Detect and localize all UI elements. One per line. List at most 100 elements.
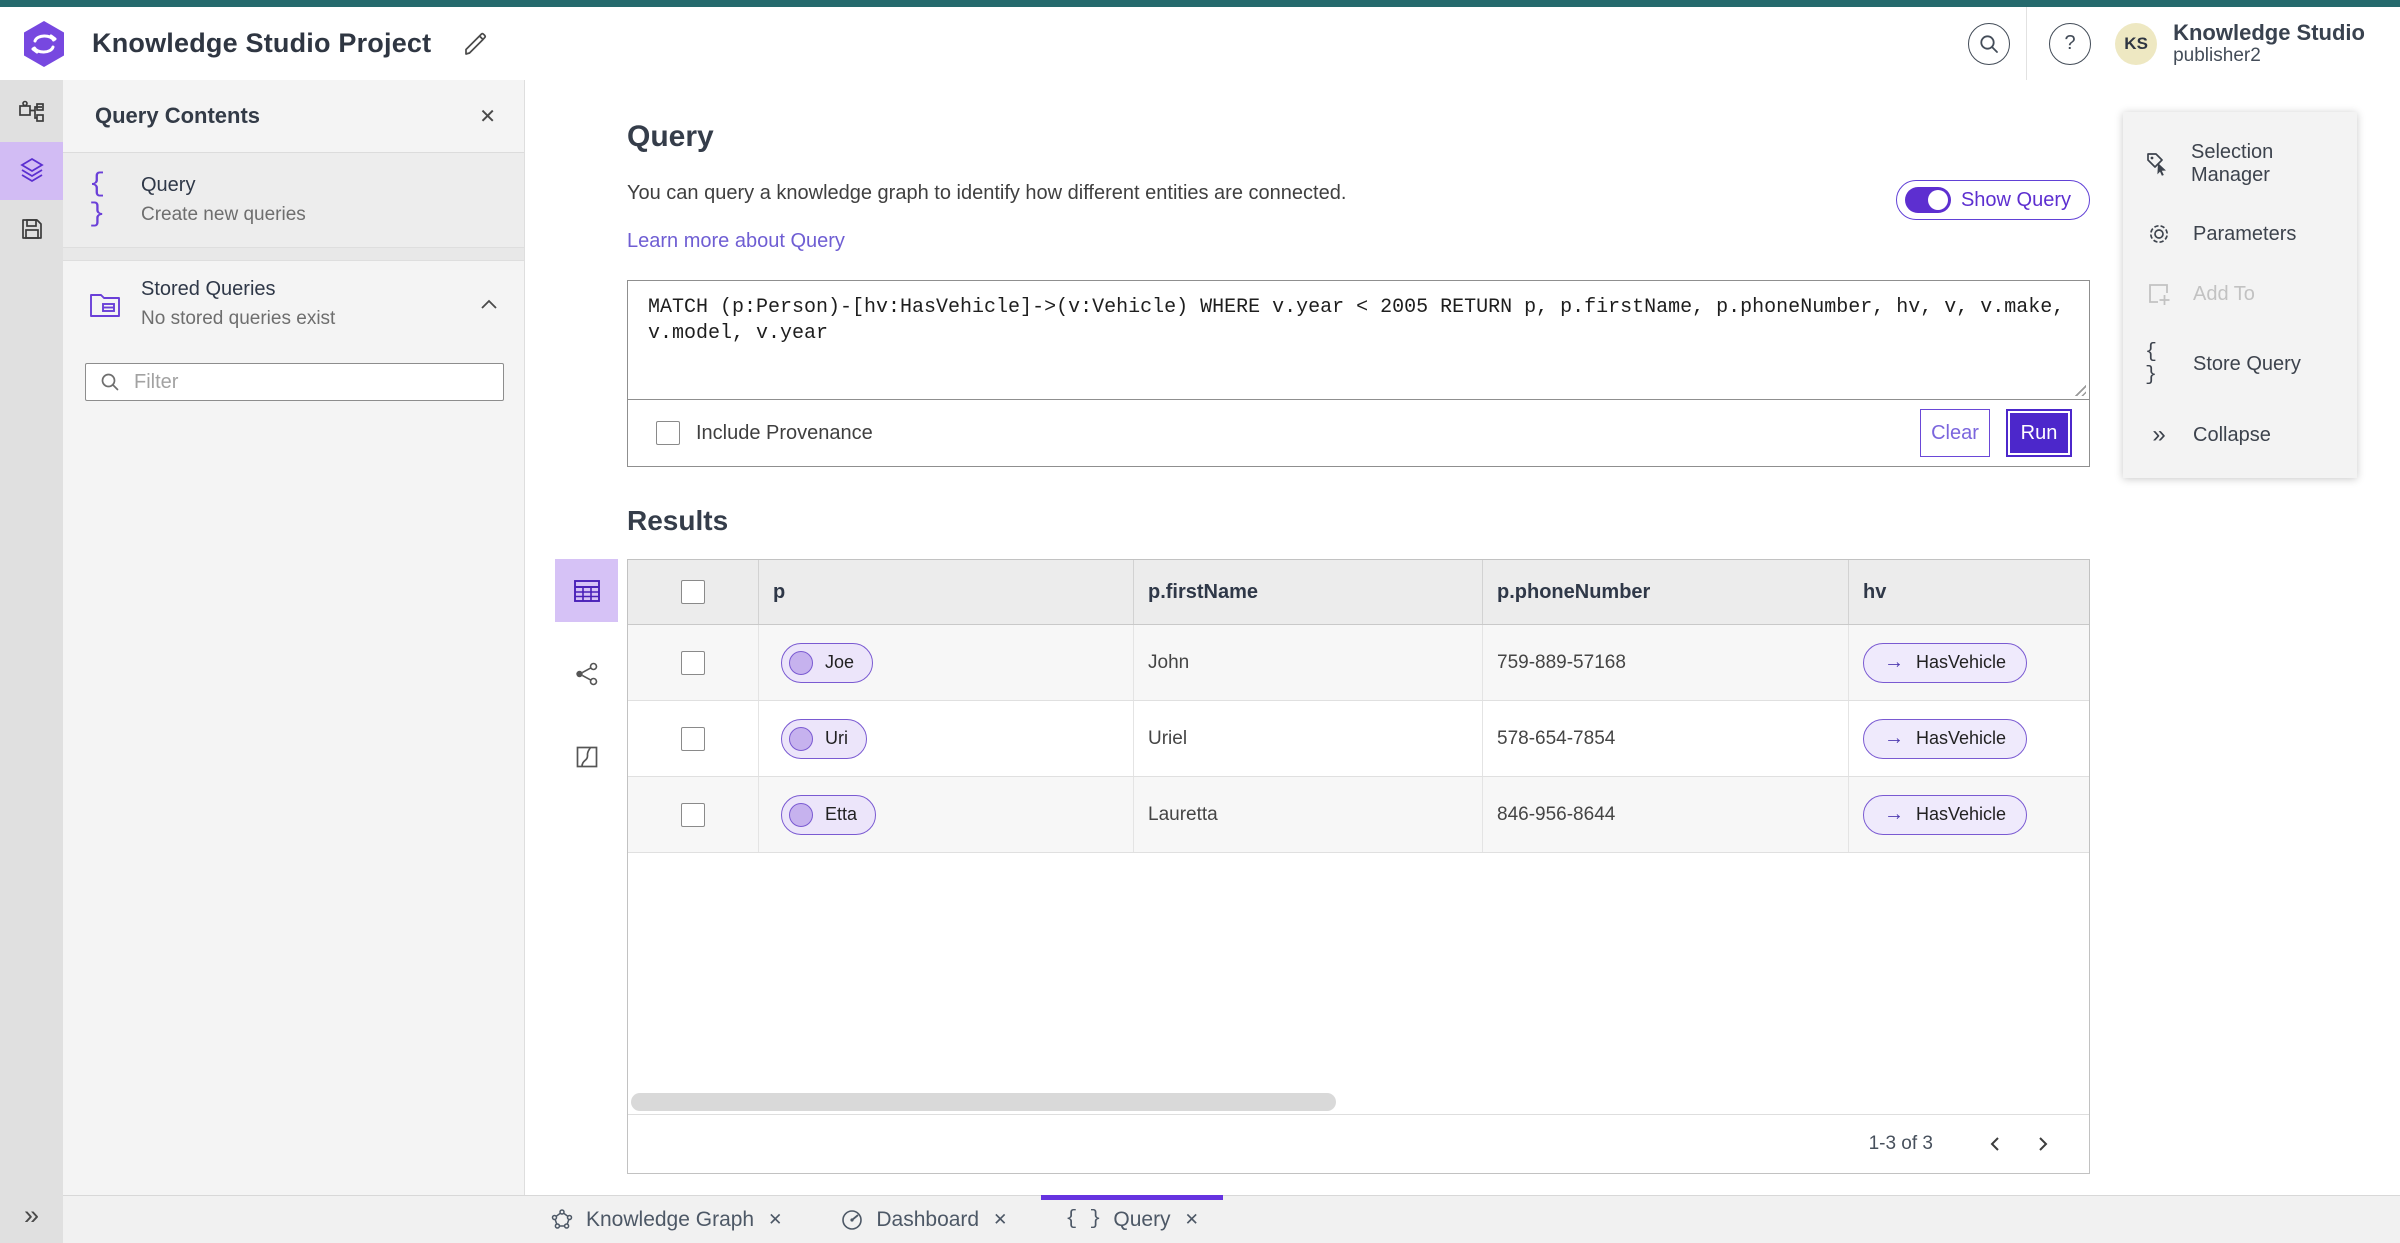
chevron-up-icon[interactable] <box>480 299 498 310</box>
select-all-cell <box>628 560 759 624</box>
tab-close-icon[interactable]: ✕ <box>768 1210 782 1230</box>
left-icon-rail: » <box>0 80 63 1243</box>
collapse-panel-button[interactable]: » Collapse <box>2123 404 2357 466</box>
layers-icon <box>18 157 46 185</box>
column-header-p[interactable]: p <box>759 560 1134 624</box>
show-query-toggle[interactable]: Show Query <box>1895 180 2090 220</box>
search-icon <box>99 371 121 393</box>
previous-page-button[interactable] <box>1973 1121 2019 1167</box>
column-header-phonenumber[interactable]: p.phoneNumber <box>1483 560 1849 624</box>
next-page-button[interactable] <box>2019 1121 2065 1167</box>
table-view-button[interactable] <box>555 559 618 622</box>
row-checkbox[interactable] <box>681 802 705 827</box>
horizontal-scrollbar[interactable] <box>631 1093 1336 1111</box>
top-accent-bar <box>0 0 2400 7</box>
select-all-checkbox[interactable] <box>681 580 705 604</box>
sidebar-item-query[interactable]: { } Query Create new queries <box>63 153 524 247</box>
search-button[interactable] <box>1968 22 2011 65</box>
query-textarea[interactable]: MATCH (p:Person)-[hv:HasVehicle]->(v:Veh… <box>628 281 2089 399</box>
braces-icon: { } <box>89 170 108 230</box>
row-select-cell <box>628 777 759 852</box>
add-to-label: Add To <box>2193 282 2255 305</box>
expand-rail-button[interactable]: » <box>0 1200 63 1231</box>
map-icon <box>575 745 599 769</box>
p-cell: Joe <box>759 625 1134 700</box>
row-checkbox[interactable] <box>681 726 705 751</box>
user-avatar[interactable]: KS <box>2115 22 2158 65</box>
product-name: Knowledge Studio <box>2173 19 2365 45</box>
learn-more-link[interactable]: Learn more about Query <box>627 230 845 253</box>
map-view-button[interactable] <box>555 725 618 788</box>
bottom-tab-bar: Knowledge Graph ✕ Dashboard ✕ { } Query … <box>63 1195 2400 1243</box>
phone-cell: 578-654-7854 <box>1483 701 1849 776</box>
edge-arrow-icon: → <box>1884 727 1904 749</box>
parameters-button[interactable]: Parameters <box>2123 204 2357 264</box>
add-to-icon <box>2145 281 2173 307</box>
gear-icon <box>2145 221 2173 247</box>
help-button[interactable]: ? <box>2049 22 2092 65</box>
app-logo-icon[interactable] <box>22 20 66 68</box>
app-header: Knowledge Studio Project ? KS Knowledge … <box>0 7 2400 80</box>
toggle-switch-on[interactable] <box>1904 187 1951 213</box>
query-editor: MATCH (p:Person)-[hv:HasVehicle]->(v:Veh… <box>628 281 2089 400</box>
rail-hierarchy-button[interactable] <box>0 84 63 142</box>
edge-pill[interactable]: → HasVehicle <box>1863 794 2028 835</box>
edge-arrow-icon: → <box>1884 651 1904 673</box>
avatar-initials: KS <box>2124 33 2148 53</box>
selection-manager-button[interactable]: Selection Manager <box>2123 124 2357 204</box>
include-provenance-checkbox[interactable] <box>656 421 680 445</box>
column-header-hv[interactable]: hv <box>1849 560 2089 624</box>
hv-cell: → HasVehicle <box>1849 777 2089 852</box>
tab-label: Dashboard <box>876 1207 980 1231</box>
rail-layers-button[interactable] <box>0 142 63 200</box>
query-editor-card: MATCH (p:Person)-[hv:HasVehicle]->(v:Veh… <box>627 280 2090 467</box>
stored-queries-description: No stored queries exist <box>141 308 336 329</box>
project-title: Knowledge Studio Project <box>92 28 432 58</box>
phone-cell: 759-889-57168 <box>1483 625 1849 700</box>
tab-query[interactable]: { } Query ✕ <box>1041 1195 1224 1243</box>
person-node-pill[interactable]: Uri <box>781 718 867 759</box>
main-area: Query You can query a knowledge graph to… <box>525 80 2400 1243</box>
firstname-cell: Lauretta <box>1134 777 1483 852</box>
firstname-cell: Uriel <box>1134 701 1483 776</box>
person-node-pill[interactable]: Joe <box>781 642 874 683</box>
panel-header: Query Contents ✕ <box>63 80 524 153</box>
braces-icon: { } <box>1065 1208 1102 1231</box>
rail-save-button[interactable] <box>0 200 63 258</box>
tab-dashboard[interactable]: Dashboard ✕ <box>828 1196 1019 1243</box>
user-name: publisher2 <box>2173 45 2261 67</box>
dashboard-icon <box>840 1208 864 1232</box>
edit-title-icon[interactable] <box>461 31 487 57</box>
edge-pill[interactable]: → HasVehicle <box>1863 642 2028 683</box>
query-page: Query You can query a knowledge graph to… <box>555 80 2090 1174</box>
graph-view-button[interactable] <box>555 642 618 705</box>
row-select-cell <box>628 701 759 776</box>
person-node-label: Uri <box>825 728 848 748</box>
person-node-pill[interactable]: Etta <box>781 794 877 835</box>
user-info[interactable]: Knowledge Studio publisher2 <box>2173 20 2365 67</box>
clear-button[interactable]: Clear <box>1920 409 1990 457</box>
panel-close-icon[interactable]: ✕ <box>479 104 496 129</box>
row-checkbox[interactable] <box>681 650 705 675</box>
sidebar-item-stored-queries[interactable]: Stored Queries No stored queries exist <box>63 261 524 347</box>
store-query-button[interactable]: { } Store Query <box>2123 324 2357 404</box>
share-graph-icon <box>574 661 600 687</box>
node-circle-icon <box>789 802 813 827</box>
column-header-firstname[interactable]: p.firstName <box>1134 560 1483 624</box>
table-row: Uri Uriel 578-654-7854 → HasVehicle <box>628 701 2089 777</box>
edge-pill[interactable]: → HasVehicle <box>1863 718 2028 759</box>
collapse-label: Collapse <box>2193 423 2271 446</box>
table-empty-space <box>628 853 2089 1114</box>
panel-title: Query Contents <box>95 103 261 128</box>
tab-close-icon[interactable]: ✕ <box>993 1210 1007 1230</box>
node-circle-icon <box>789 726 813 751</box>
results-title: Results <box>627 505 729 536</box>
filter-input[interactable] <box>85 363 504 401</box>
tab-knowledge-graph[interactable]: Knowledge Graph ✕ <box>538 1196 794 1243</box>
query-contents-panel: Query Contents ✕ { } Query Create new qu… <box>63 80 525 1243</box>
stored-queries-label: Stored Queries <box>141 278 276 300</box>
hierarchy-icon <box>18 100 45 127</box>
run-button[interactable]: Run <box>2006 409 2072 457</box>
braces-icon: { } <box>2145 341 2159 387</box>
tab-close-icon[interactable]: ✕ <box>1185 1210 1199 1230</box>
